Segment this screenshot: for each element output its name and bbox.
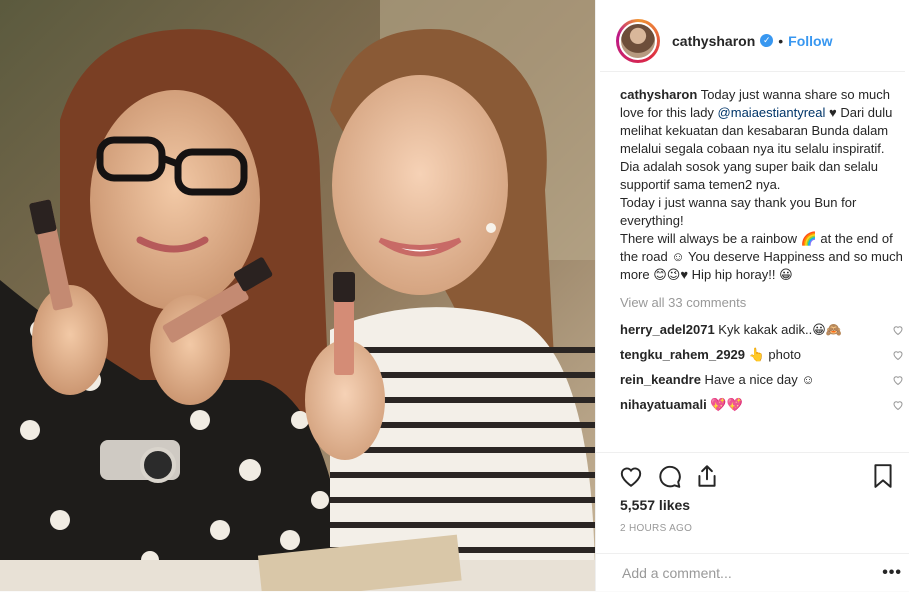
comment-icon[interactable]	[656, 463, 682, 489]
follow-button[interactable]: Follow	[788, 33, 832, 49]
comment-row: tengku_rahem_2929 👆 photo	[620, 343, 904, 367]
comment-text: nihayatuamali 💖💖	[620, 396, 743, 414]
comment-like-heart-icon[interactable]	[892, 399, 904, 411]
header-username[interactable]: cathysharon	[672, 33, 755, 49]
comment-username[interactable]: herry_adel2071	[620, 322, 715, 337]
photo-illustration	[0, 0, 595, 591]
action-icons	[618, 463, 900, 493]
heart-icon[interactable]	[618, 463, 644, 489]
story-ring[interactable]	[616, 18, 660, 63]
comment-like-heart-icon[interactable]	[892, 324, 904, 336]
comments-section: cathysharon Today just wanna share so mu…	[620, 86, 904, 417]
comment-row: nihayatuamali 💖💖	[620, 393, 904, 417]
comment-text: rein_keandre Have a nice day ☺	[620, 371, 815, 389]
comment-input[interactable]	[620, 564, 844, 582]
share-icon[interactable]	[694, 463, 720, 489]
separator-dot: •	[778, 32, 784, 49]
caption-line-2: Today i just wanna say thank you Bun for…	[620, 195, 857, 228]
comment-like-heart-icon[interactable]	[892, 374, 904, 386]
caption-mention[interactable]: @maiaestiantyreal	[718, 105, 826, 120]
post-photo[interactable]	[0, 0, 595, 591]
comment-body: Have a nice day ☺	[700, 372, 815, 387]
caption-line-3: There will always be a rainbow 🌈 at the …	[620, 231, 903, 282]
post-timestamp[interactable]: 2 HOURS AGO	[620, 523, 692, 534]
comment-username[interactable]: tengku_rahem_2929	[620, 347, 745, 362]
comment-username[interactable]: rein_keandre	[620, 372, 701, 387]
view-all-comments-link[interactable]: View all 33 comments	[620, 294, 904, 312]
comment-body: 👆 photo	[745, 347, 801, 362]
verified-icon: ✓	[760, 34, 774, 47]
comment-body: Kyk kakak adik..😀🙈	[714, 322, 842, 337]
caption-username[interactable]: cathysharon	[620, 87, 697, 102]
comment-like-heart-icon[interactable]	[892, 349, 904, 361]
comment-text: herry_adel2071 Kyk kakak adik..😀🙈	[620, 321, 842, 339]
comment-row: herry_adel2071 Kyk kakak adik..😀🙈	[620, 318, 904, 342]
post-header: cathysharon ✓ • Follow	[600, 0, 905, 72]
comment-username[interactable]: nihayatuamali	[620, 397, 707, 412]
post-side-panel: cathysharon ✓ • Follow cathysharon Today…	[595, 0, 909, 591]
post-frame: cathysharon ✓ • Follow cathysharon Today…	[0, 0, 909, 591]
comment-body: 💖💖	[706, 397, 743, 412]
comment-text: tengku_rahem_2929 👆 photo	[620, 346, 801, 364]
bookmark-icon[interactable]	[870, 463, 896, 489]
more-options-icon[interactable]: •••	[882, 564, 902, 582]
comment-row: rein_keandre Have a nice day ☺	[620, 368, 904, 392]
add-comment-bar: •••	[596, 553, 909, 592]
post-caption: cathysharon Today just wanna share so mu…	[620, 86, 904, 284]
post-actions: 5,557 likes 2 HOURS AGO •••	[596, 452, 909, 584]
likes-count[interactable]: 5,557 likes	[620, 497, 690, 513]
avatar[interactable]	[619, 21, 657, 60]
